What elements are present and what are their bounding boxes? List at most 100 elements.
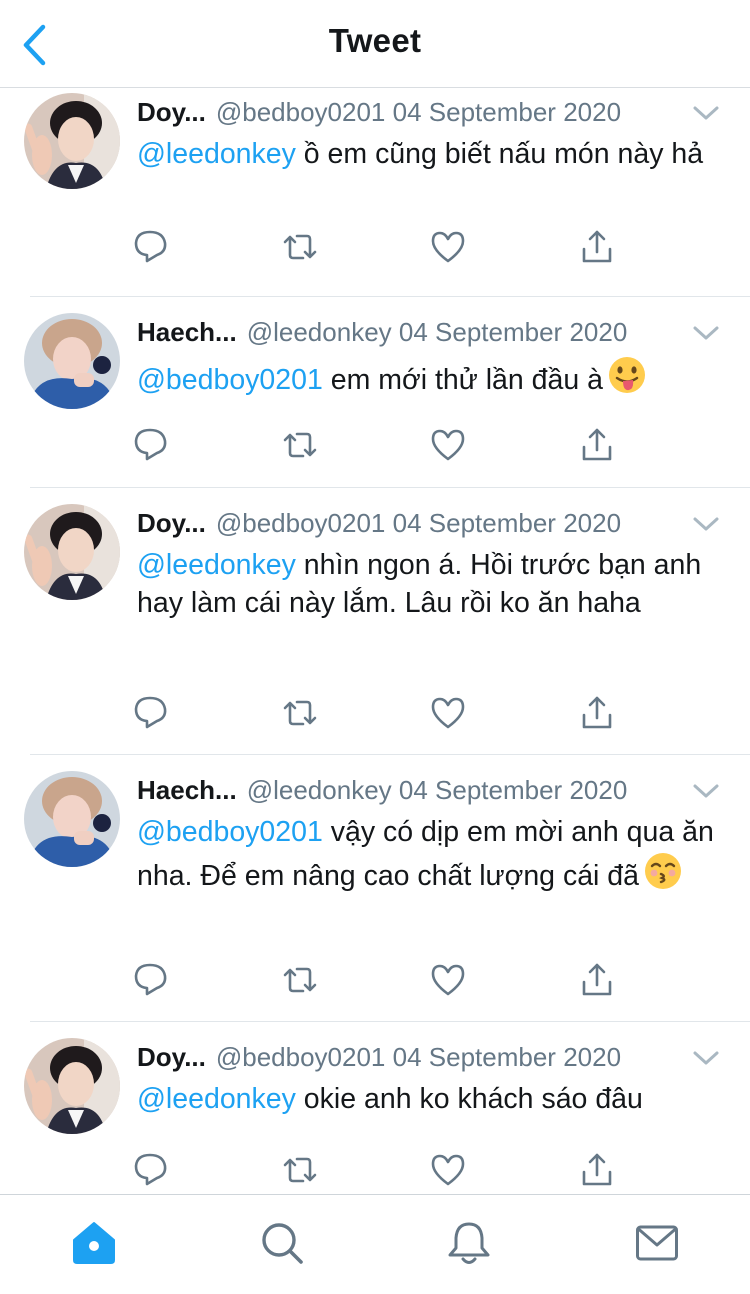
share-button[interactable] xyxy=(577,1150,617,1190)
like-button[interactable] xyxy=(428,425,468,465)
mention-link[interactable]: @leedonkey xyxy=(137,1083,296,1115)
mail-icon xyxy=(636,1225,678,1261)
tweet-date: 04 September 2020 xyxy=(392,1042,622,1072)
tweet-date: 04 September 2020 xyxy=(392,97,622,127)
tweet-menu-chevron[interactable] xyxy=(692,781,720,801)
share-button[interactable] xyxy=(577,693,617,733)
mention-link[interactable]: @leedonkey xyxy=(137,138,296,170)
reply-icon xyxy=(134,230,167,263)
tweet-text: @leedonkey ồ em cũng biết nấu món này hả xyxy=(137,135,716,173)
retweet-icon xyxy=(283,234,317,260)
share-icon xyxy=(582,230,612,263)
tweet-body: ồ em cũng biết nấu món này hả xyxy=(295,138,704,170)
reply-icon xyxy=(134,963,167,996)
tab-notifications[interactable] xyxy=(441,1215,497,1271)
tweet-date: 04 September 2020 xyxy=(398,775,628,805)
tweet-menu-chevron[interactable] xyxy=(692,323,720,343)
tweet-text: @bedboy0201 vậy có dịp em mời anh qua ăn… xyxy=(137,813,716,901)
reply-button[interactable] xyxy=(131,425,171,465)
tweet[interactable]: Doy... @bedboy0201 04 September 2020 @lee… xyxy=(24,88,750,297)
kissing-face-emoji xyxy=(643,851,683,901)
tab-messages[interactable] xyxy=(629,1215,685,1271)
tweet-date: 04 September 2020 xyxy=(392,508,622,538)
display-name[interactable]: Doy... xyxy=(137,508,206,538)
tweet-menu-chevron[interactable] xyxy=(692,1048,720,1068)
tweet-date: 04 September 2020 xyxy=(398,317,628,347)
tweet-menu-chevron[interactable] xyxy=(692,514,720,534)
tab-home[interactable] xyxy=(66,1215,122,1271)
avatar[interactable] xyxy=(24,1038,120,1134)
reply-button[interactable] xyxy=(131,960,171,1000)
share-icon xyxy=(582,428,612,461)
tweet-actions xyxy=(134,425,627,469)
tweet-menu-chevron[interactable] xyxy=(692,103,720,123)
tweet-header: Doy... @bedboy0201 04 September 2020 xyxy=(137,1038,750,1076)
retweet-button[interactable] xyxy=(280,1150,320,1190)
retweet-button[interactable] xyxy=(280,960,320,1000)
tab-search[interactable] xyxy=(254,1215,310,1271)
user-handle[interactable]: @leedonkey xyxy=(247,775,392,805)
share-icon xyxy=(582,1153,612,1186)
share-button[interactable] xyxy=(577,227,617,267)
reply-button[interactable] xyxy=(131,1150,171,1190)
mention-link[interactable]: @bedboy0201 xyxy=(137,816,323,848)
like-icon xyxy=(431,429,465,461)
avatar[interactable] xyxy=(24,93,120,189)
reply-button[interactable] xyxy=(131,693,171,733)
like-button[interactable] xyxy=(428,960,468,1000)
share-icon xyxy=(582,696,612,729)
mention-link[interactable]: @leedonkey xyxy=(137,549,296,581)
display-name[interactable]: Doy... xyxy=(137,97,206,127)
retweet-button[interactable] xyxy=(280,425,320,465)
tweet[interactable]: Doy... @bedboy0201 04 September 2020 @lee… xyxy=(24,488,750,755)
like-button[interactable] xyxy=(428,1150,468,1190)
share-button[interactable] xyxy=(577,425,617,465)
like-button[interactable] xyxy=(428,693,468,733)
chevron-down-icon xyxy=(693,326,719,340)
tweet-actions xyxy=(134,693,627,737)
avatar[interactable] xyxy=(24,504,120,600)
tweet-actions xyxy=(134,227,627,271)
tweet-text: @bedboy0201 em mới thử lần đầu à xyxy=(137,355,716,405)
like-icon xyxy=(431,697,465,729)
user-handle[interactable]: @bedboy0201 xyxy=(216,508,386,538)
user-handle[interactable]: @leedonkey xyxy=(247,317,392,347)
reply-button[interactable] xyxy=(131,227,171,267)
top-bar: Tweet xyxy=(0,0,750,88)
display-name[interactable]: Haech... xyxy=(137,775,237,805)
tweet-header: Haech... @leedonkey 04 September 2020 xyxy=(137,313,750,351)
home-icon xyxy=(73,1222,115,1264)
retweet-button[interactable] xyxy=(280,693,320,733)
tweet-text: @leedonkey nhìn ngon á. Hồi trước bạn an… xyxy=(137,546,716,622)
display-name[interactable]: Doy... xyxy=(137,1042,206,1072)
avatar[interactable] xyxy=(24,313,120,409)
like-icon xyxy=(431,231,465,263)
user-handle[interactable]: @bedboy0201 xyxy=(216,1042,386,1072)
user-handle[interactable]: @bedboy0201 xyxy=(216,97,386,127)
avatar[interactable] xyxy=(24,771,120,867)
retweet-icon xyxy=(283,432,317,458)
chevron-down-icon xyxy=(693,106,719,120)
tweet-text: @leedonkey okie anh ko khách sáo đâu xyxy=(137,1080,716,1118)
retweet-button[interactable] xyxy=(280,227,320,267)
tweet-thread: Doy... @bedboy0201 04 September 2020 @lee… xyxy=(0,88,750,1194)
share-icon xyxy=(582,963,612,996)
tweet-header: Doy... @bedboy0201 04 September 2020 xyxy=(137,504,750,542)
chevron-down-icon xyxy=(693,784,719,798)
tweet[interactable]: Haech... @leedonkey 04 September 2020 @be… xyxy=(24,297,750,488)
tweet[interactable]: Doy... @bedboy0201 04 September 2020 @lee… xyxy=(24,1022,750,1194)
tweet-header: Haech... @leedonkey 04 September 2020 xyxy=(137,771,750,809)
face-with-tongue-emoji xyxy=(607,355,647,405)
like-button[interactable] xyxy=(428,227,468,267)
mention-link[interactable]: @bedboy0201 xyxy=(137,364,323,396)
retweet-icon xyxy=(283,1157,317,1183)
share-button[interactable] xyxy=(577,960,617,1000)
retweet-icon xyxy=(283,967,317,993)
chevron-down-icon xyxy=(693,1051,719,1065)
page-title: Tweet xyxy=(328,22,422,59)
bell-icon xyxy=(448,1222,490,1264)
reply-icon xyxy=(134,696,167,729)
tweet-header: Doy... @bedboy0201 04 September 2020 xyxy=(137,93,750,131)
display-name[interactable]: Haech... xyxy=(137,317,237,347)
tweet[interactable]: Haech... @leedonkey 04 September 2020 @be… xyxy=(24,755,750,1022)
